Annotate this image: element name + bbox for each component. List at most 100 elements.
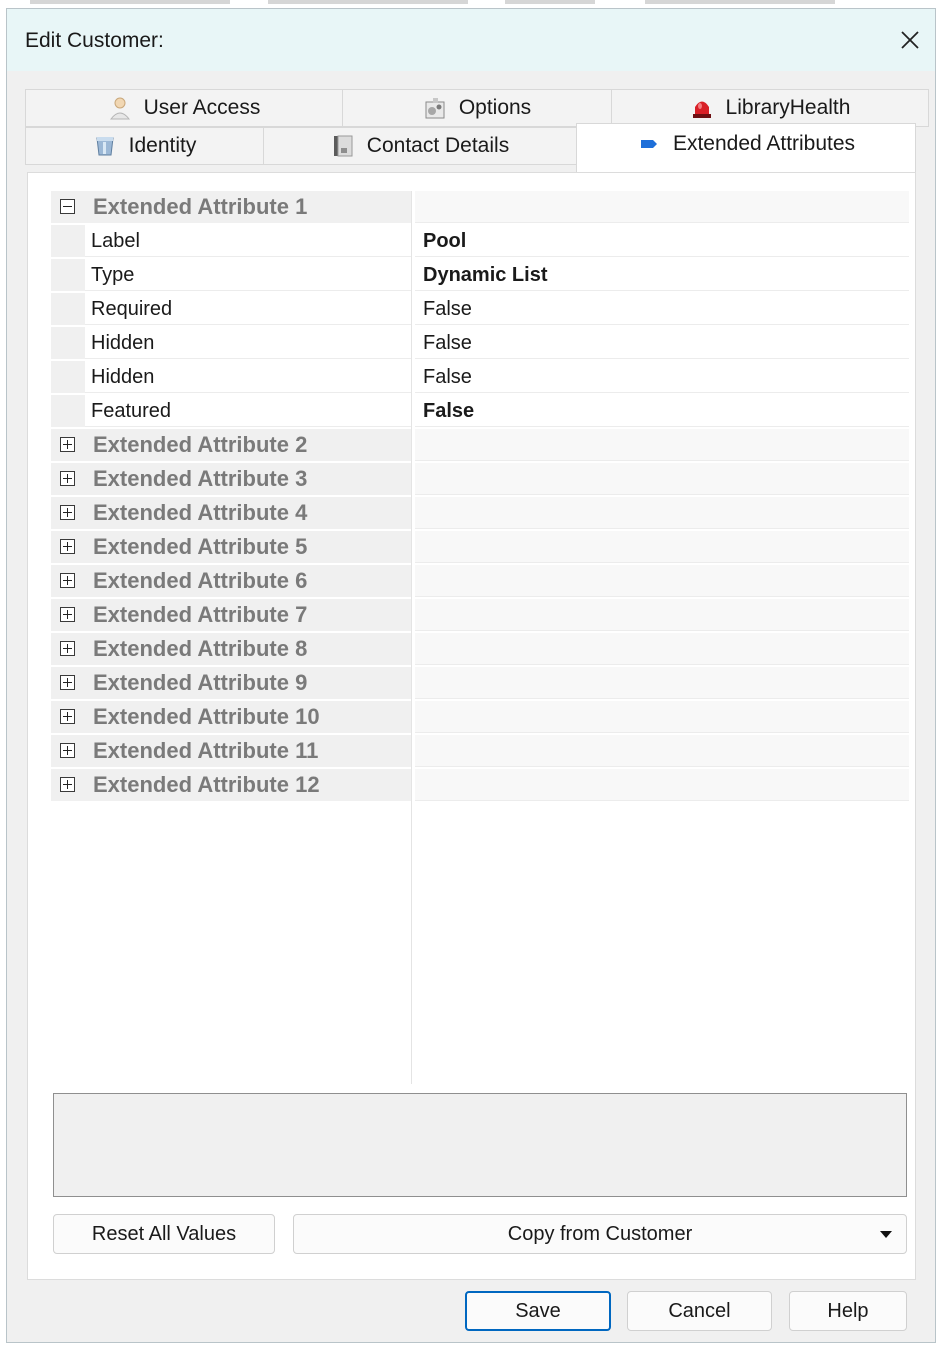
options-icon	[423, 96, 447, 120]
property-row-featured[interactable]: Featured False	[51, 395, 909, 429]
category-label: Extended Attribute 11	[93, 738, 319, 763]
expand-icon[interactable]	[60, 709, 75, 724]
tab-user-access[interactable]: User Access	[25, 89, 343, 127]
button-label: Save	[515, 1299, 561, 1322]
help-button[interactable]: Help	[789, 1291, 907, 1331]
collapse-icon[interactable]	[60, 199, 75, 214]
expand-icon[interactable]	[60, 675, 75, 690]
edit-customer-dialog: Edit Customer: User Access Options Libra…	[6, 8, 936, 1343]
tab-contact-details[interactable]: Contact Details	[263, 127, 577, 165]
category-label: Extended Attribute 9	[93, 670, 308, 695]
close-button[interactable]	[893, 23, 927, 57]
category-label: Extended Attribute 2	[93, 432, 308, 457]
contact-book-icon	[331, 134, 355, 158]
property-value-cell[interactable]: Dynamic List	[415, 259, 909, 291]
property-name: Featured	[91, 400, 172, 422]
tab-options[interactable]: Options	[342, 89, 612, 127]
expand-icon[interactable]	[60, 743, 75, 758]
property-name: Required	[91, 298, 173, 320]
category-label: Extended Attribute 5	[93, 534, 308, 559]
category-row[interactable]: Extended Attribute 5	[51, 531, 909, 565]
expand-icon[interactable]	[60, 505, 75, 520]
expand-icon[interactable]	[60, 777, 75, 792]
property-name: Label	[91, 230, 140, 252]
property-value: Pool	[423, 230, 467, 252]
expand-icon[interactable]	[60, 641, 75, 656]
background-text-fragment	[268, 0, 468, 4]
property-row-hidden[interactable]: Hidden False	[51, 361, 909, 395]
background-text-fragment	[645, 0, 835, 4]
category-row[interactable]: Extended Attribute 9	[51, 667, 909, 701]
property-value: False	[423, 366, 472, 388]
property-row-hidden[interactable]: Hidden False	[51, 327, 909, 361]
background-text-fragment	[30, 0, 230, 4]
tab-label: Options	[458, 96, 532, 119]
user-icon	[108, 96, 132, 120]
property-value: False	[423, 298, 472, 320]
property-row-type[interactable]: Type Dynamic List	[51, 259, 909, 293]
property-value: False	[423, 332, 472, 354]
expand-icon[interactable]	[60, 471, 75, 486]
alarm-icon	[690, 96, 714, 120]
button-label: Cancel	[668, 1299, 731, 1322]
category-label: Extended Attribute 4	[93, 500, 308, 525]
tag-icon	[637, 132, 661, 156]
tab-library-health[interactable]: LibraryHealth	[611, 89, 929, 127]
property-name: Hidden	[91, 366, 155, 388]
expand-icon[interactable]	[60, 573, 75, 588]
chevron-down-icon	[880, 1231, 892, 1238]
reset-all-values-button[interactable]: Reset All Values	[53, 1214, 275, 1254]
category-row[interactable]: Extended Attribute 1	[51, 191, 909, 225]
category-row[interactable]: Extended Attribute 8	[51, 633, 909, 667]
description-panel	[53, 1093, 907, 1197]
category-row[interactable]: Extended Attribute 7	[51, 599, 909, 633]
category-label: Extended Attribute 1	[93, 194, 308, 219]
category-row[interactable]: Extended Attribute 2	[51, 429, 909, 463]
category-label: Extended Attribute 12	[93, 772, 320, 797]
tab-extended-attributes[interactable]: Extended Attributes	[576, 123, 916, 173]
category-row[interactable]: Extended Attribute 11	[51, 735, 909, 769]
property-row-required[interactable]: Required False	[51, 293, 909, 327]
category-label: Extended Attribute 7	[93, 602, 308, 627]
category-label: Extended Attribute 3	[93, 466, 308, 491]
category-value-cell	[415, 191, 909, 223]
property-row-label[interactable]: Label Pool	[51, 225, 909, 259]
category-label: Extended Attribute 10	[93, 704, 320, 729]
category-label: Extended Attribute 6	[93, 568, 308, 593]
background-text-fragment	[505, 0, 595, 4]
category-row[interactable]: Extended Attribute 12	[51, 769, 909, 803]
title-bar[interactable]: Edit Customer:	[7, 9, 935, 71]
tab-label: Identity	[128, 134, 197, 157]
tab-label: Extended Attributes	[672, 132, 856, 155]
property-value-cell[interactable]: False	[415, 361, 909, 393]
property-value-cell[interactable]: Pool	[415, 225, 909, 257]
property-name: Type	[91, 264, 135, 286]
property-value: Dynamic List	[423, 264, 548, 286]
cancel-button[interactable]: Cancel	[627, 1291, 772, 1331]
category-row[interactable]: Extended Attribute 3	[51, 463, 909, 497]
property-name: Hidden	[91, 332, 155, 354]
button-label: Reset All Values	[91, 1222, 237, 1245]
copy-from-customer-dropdown[interactable]: Copy from Customer	[293, 1214, 907, 1254]
identity-icon	[93, 134, 117, 158]
property-value-cell[interactable]: False	[415, 293, 909, 325]
tab-label: User Access	[143, 96, 261, 119]
button-label: Copy from Customer	[507, 1222, 693, 1245]
expand-icon[interactable]	[60, 607, 75, 622]
category-label: Extended Attribute 8	[93, 636, 308, 661]
property-grid[interactable]: Extended Attribute 1 Label Pool Type Dyn…	[51, 191, 909, 1084]
dialog-title: Edit Customer:	[25, 29, 164, 52]
button-label: Help	[827, 1299, 869, 1322]
tab-identity[interactable]: Identity	[25, 127, 264, 165]
property-value-cell[interactable]: False	[415, 327, 909, 359]
close-icon	[901, 31, 919, 49]
category-row[interactable]: Extended Attribute 4	[51, 497, 909, 531]
expand-icon[interactable]	[60, 539, 75, 554]
save-button[interactable]: Save	[465, 1291, 611, 1331]
property-value-cell[interactable]: False	[415, 395, 909, 427]
property-value: False	[423, 400, 475, 422]
expand-icon[interactable]	[60, 437, 75, 452]
category-row[interactable]: Extended Attribute 10	[51, 701, 909, 735]
tab-label: LibraryHealth	[725, 96, 851, 119]
category-row[interactable]: Extended Attribute 6	[51, 565, 909, 599]
